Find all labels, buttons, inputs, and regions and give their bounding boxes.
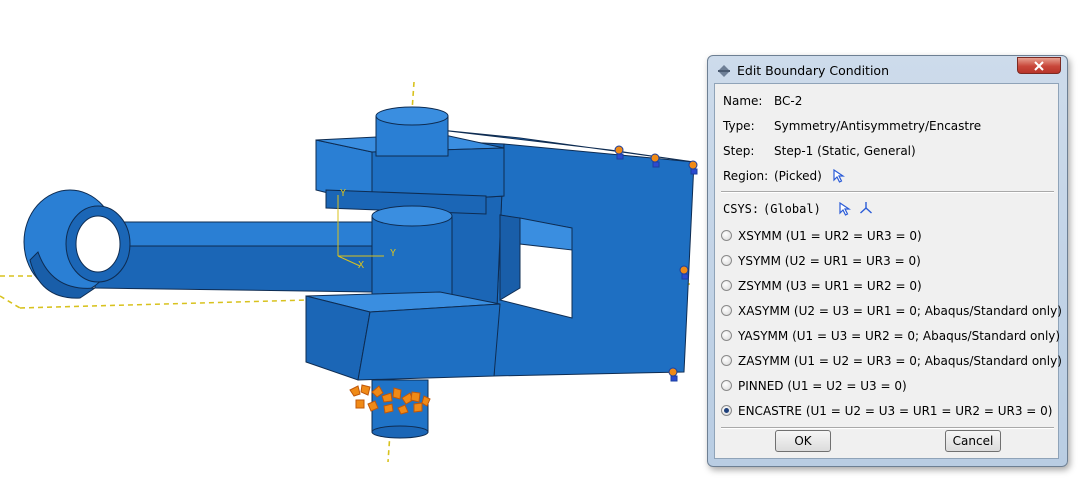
option-encastre-label: ENCASTRE (U1 = U2 = U3 = UR1 = UR2 = UR3…	[738, 404, 1053, 418]
separator	[721, 427, 1054, 429]
type-label: Type:	[723, 119, 755, 133]
close-icon	[1034, 61, 1044, 71]
radio-xsymm[interactable]	[721, 230, 732, 241]
region-label: Region:	[723, 169, 769, 183]
csys-row: CSYS: (Global)	[723, 200, 872, 218]
radio-zasymm[interactable]	[721, 355, 732, 366]
triad-label-y-top: Y	[340, 188, 346, 199]
option-yasymm-label: YASYMM (U1 = U3 = UR2 = 0; Abaqus/Standa…	[738, 329, 1061, 343]
triad-label-y: Y	[390, 248, 396, 259]
dialog-title: Edit Boundary Condition	[737, 63, 890, 78]
close-button[interactable]	[1017, 57, 1061, 74]
step-row: Step: Step-1 (Static, General)	[723, 142, 916, 160]
csys-label: CSYS:	[723, 202, 760, 216]
dialog-titlebar[interactable]: Edit Boundary Condition	[708, 56, 1067, 84]
radio-zsymm[interactable]	[721, 280, 732, 291]
separator	[721, 191, 1054, 193]
radio-xasymm[interactable]	[721, 305, 732, 316]
type-row: Type: Symmetry/Antisymmetry/Encastre	[723, 117, 981, 135]
edit-region-arrow-icon[interactable]	[833, 169, 845, 183]
name-label: Name:	[723, 94, 763, 108]
lever-arm	[23, 189, 373, 299]
csys-value: (Global)	[763, 202, 821, 216]
select-csys-arrow-icon[interactable]	[839, 202, 851, 216]
option-pinned-label: PINNED (U1 = U2 = U3 = 0)	[738, 379, 907, 393]
cancel-button[interactable]: Cancel	[945, 430, 1001, 452]
radio-yasymm[interactable]	[721, 330, 732, 341]
edit-boundary-condition-dialog[interactable]: Edit Boundary Condition Name: BC-2 Type:…	[707, 55, 1068, 467]
radio-ysymm[interactable]	[721, 255, 732, 266]
option-zsymm-label: ZSYMM (U3 = UR1 = UR2 = 0)	[738, 279, 922, 293]
radio-pinned[interactable]	[721, 380, 732, 391]
step-label: Step:	[723, 144, 755, 158]
name-value: BC-2	[774, 94, 803, 108]
option-zasymm-label: ZASYMM (U1 = U2 = UR3 = 0; Abaqus/Standa…	[738, 354, 1062, 368]
type-value: Symmetry/Antisymmetry/Encastre	[774, 119, 982, 133]
region-value: (Picked)	[774, 169, 822, 183]
dialog-body: Name: BC-2 Type: Symmetry/Antisymmetry/E…	[714, 83, 1062, 459]
boundary-condition-icon	[718, 65, 730, 77]
ok-button[interactable]: OK	[775, 430, 831, 452]
radio-encastre[interactable]	[721, 405, 732, 416]
step-value: Step-1 (Static, General)	[774, 144, 916, 158]
region-row: Region: (Picked)	[723, 167, 845, 185]
name-row: Name: BC-2	[723, 92, 802, 110]
option-ysymm-label: YSYMM (U2 = UR1 = UR3 = 0)	[738, 254, 921, 268]
triad-label-x: X	[358, 260, 364, 271]
clevis-bottom-plate	[305, 291, 501, 381]
create-csys-icon[interactable]	[859, 201, 873, 215]
option-xsymm-label: XSYMM (U1 = UR2 = UR3 = 0)	[738, 229, 922, 243]
option-xasymm-label: XASYMM (U2 = U3 = UR1 = 0; Abaqus/Standa…	[738, 304, 1062, 318]
